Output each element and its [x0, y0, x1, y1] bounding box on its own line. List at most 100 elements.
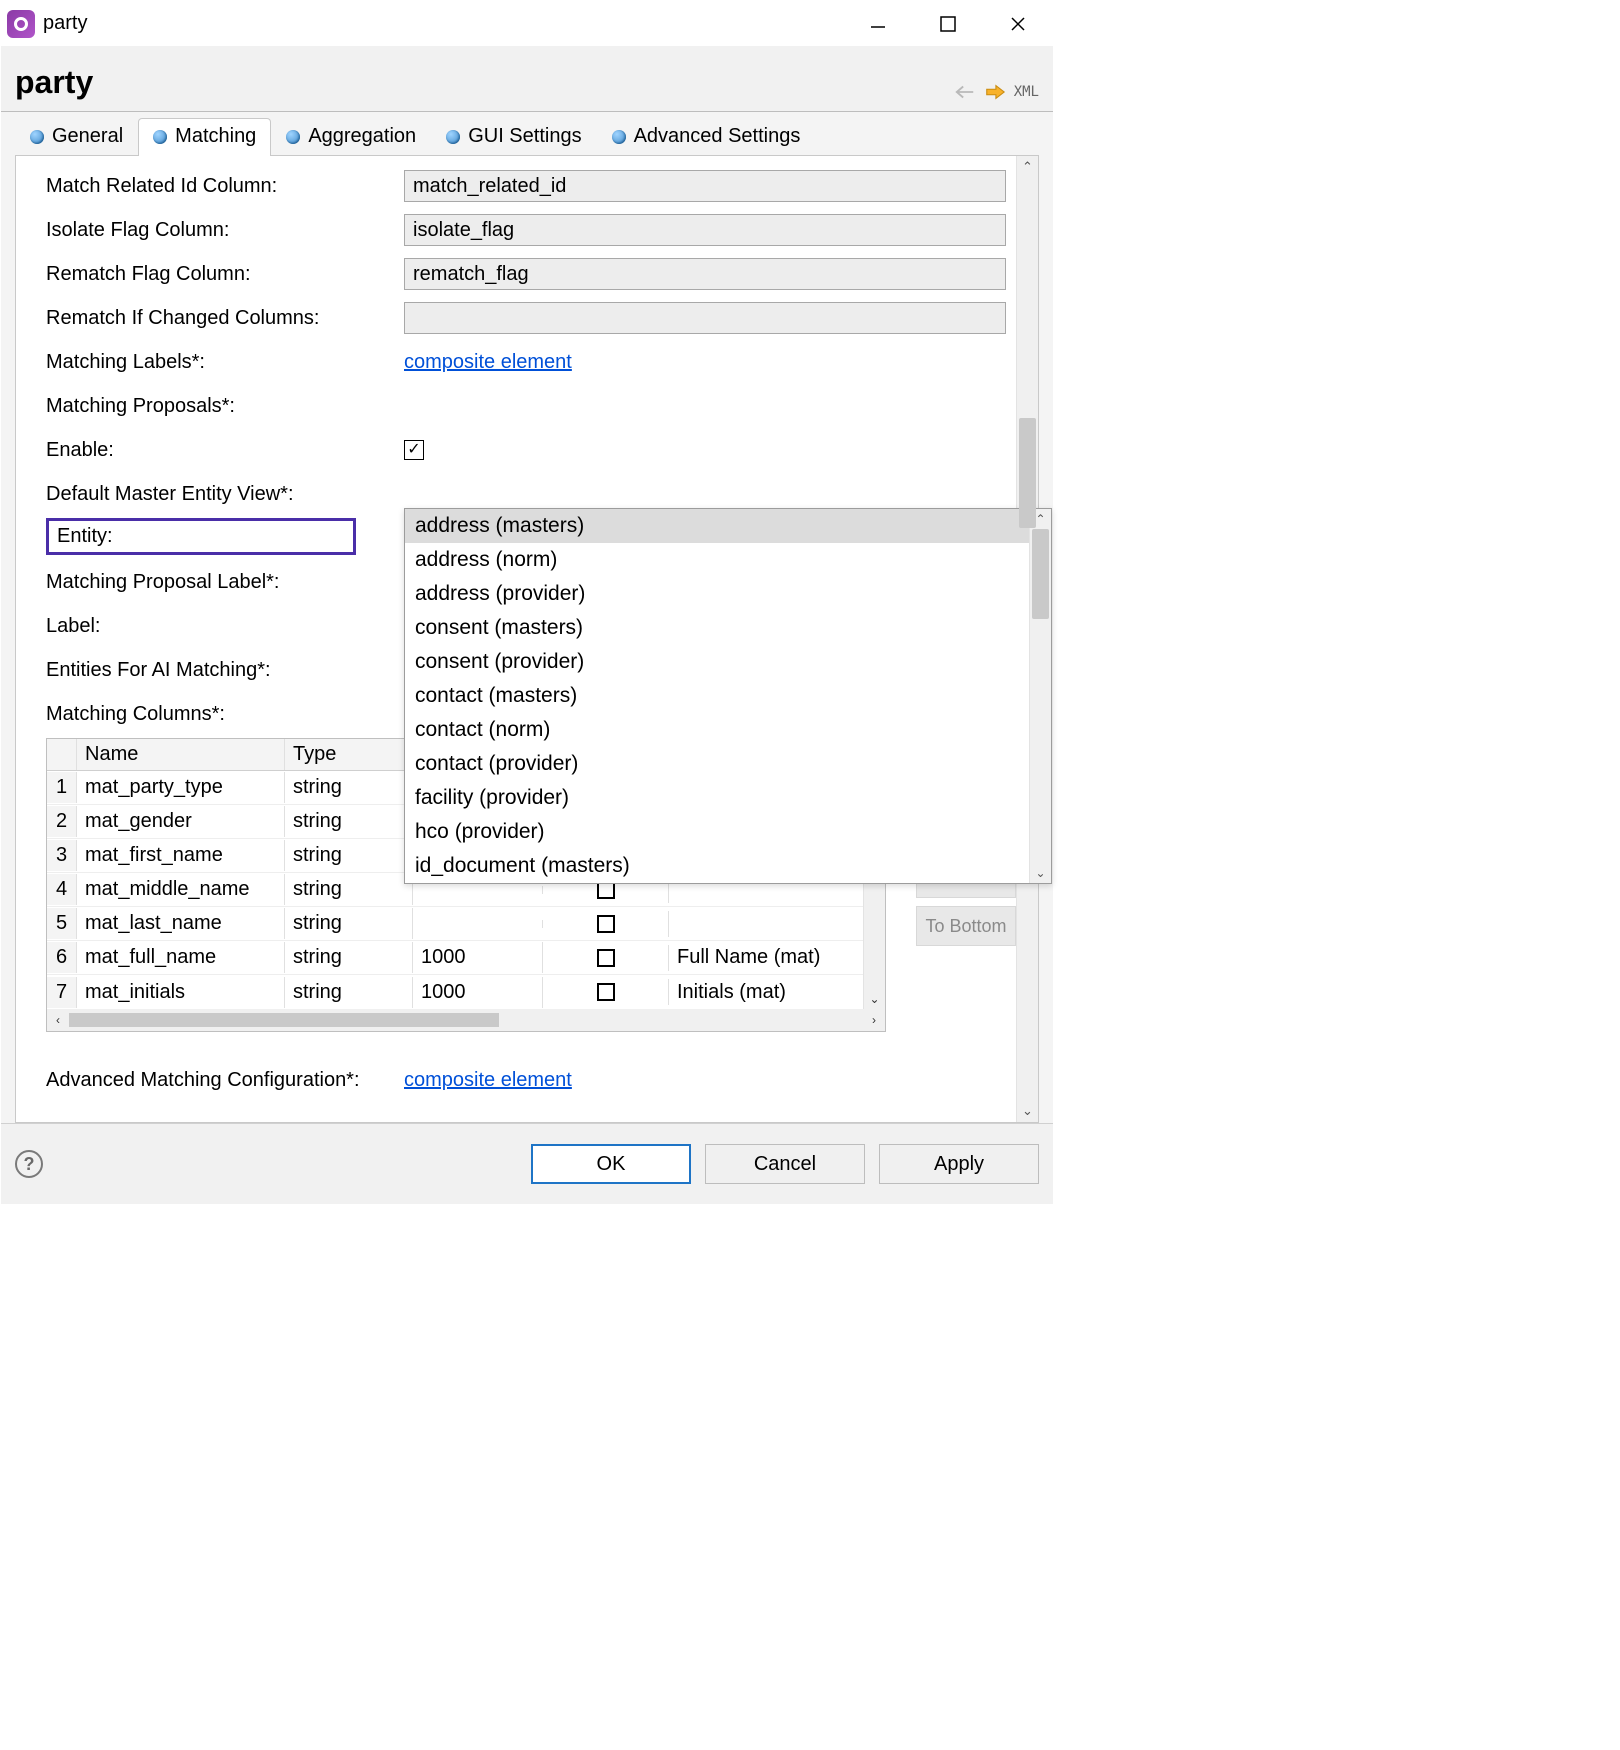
cell-index: 1 — [47, 772, 77, 803]
cell-s — [413, 920, 543, 928]
nav-forward-icon[interactable] — [984, 83, 1006, 101]
close-button[interactable] — [983, 1, 1053, 46]
label-match-related-id: Match Related Id Column: — [46, 175, 404, 198]
tab-general[interactable]: General — [15, 118, 138, 156]
help-icon[interactable]: ? — [15, 1150, 43, 1178]
table-row[interactable]: 7mat_initialsstring1000 Initials (mat) — [47, 975, 885, 1009]
cell-index: 4 — [47, 874, 77, 905]
chevron-right-icon[interactable]: › — [863, 1013, 885, 1027]
dropdown-option[interactable]: contact (provider) — [405, 747, 1029, 781]
label-matching-columns: Matching Columns*: — [46, 703, 404, 726]
entity-dropdown[interactable]: address (masters)address (norm)address (… — [404, 508, 1052, 884]
cell-s: 1000 — [413, 977, 543, 1008]
dropdown-option[interactable]: contact (masters) — [405, 679, 1029, 713]
label-isolate-flag: Isolate Flag Column: — [46, 219, 404, 242]
chevron-left-icon[interactable]: ‹ — [47, 1013, 69, 1027]
page-title: party — [15, 64, 93, 101]
v-scroll-thumb[interactable] — [1019, 418, 1036, 528]
tab-advanced-settings[interactable]: Advanced Settings — [597, 118, 816, 156]
maximize-button[interactable] — [913, 1, 983, 46]
label-enable: Enable: — [46, 439, 404, 462]
dropdown-option[interactable]: facility (provider) — [405, 781, 1029, 815]
tab-bar: General Matching Aggregation GUI Setting… — [15, 118, 1039, 156]
label-matching-proposal-label: Matching Proposal Label*: — [46, 571, 404, 594]
cell-name: mat_first_name — [77, 840, 285, 871]
cell-index: 5 — [47, 908, 77, 939]
content-panel: Match Related Id Column: Isolate Flag Co… — [16, 156, 1016, 1122]
chevron-down-icon[interactable]: ⌄ — [1017, 1100, 1038, 1122]
cell-type: string — [285, 840, 413, 871]
label-label: Label: — [46, 615, 404, 638]
dropdown-option[interactable]: consent (provider) — [405, 645, 1029, 679]
cell-index: 7 — [47, 977, 77, 1008]
label-entities-for-ai: Entities For AI Matching*: — [46, 659, 404, 682]
content-panel-wrap: Match Related Id Column: Isolate Flag Co… — [15, 156, 1039, 1123]
cell-index: 3 — [47, 840, 77, 871]
cell-checkbox[interactable] — [543, 911, 669, 937]
link-advanced-matching-config[interactable]: composite element — [404, 1069, 572, 1092]
table-horizontal-scrollbar[interactable]: ‹ › — [47, 1009, 885, 1031]
panel-vertical-scrollbar[interactable]: ⌃ ⌄ — [1016, 156, 1038, 1122]
cell-type: string — [285, 874, 413, 905]
bullet-icon — [612, 130, 626, 144]
cell-checkbox[interactable] — [543, 945, 669, 971]
dropdown-option[interactable]: address (norm) — [405, 543, 1029, 577]
titlebar: party — [1, 1, 1053, 46]
nav-back-icon[interactable] — [954, 83, 976, 101]
apply-button[interactable]: Apply — [879, 1144, 1039, 1184]
label-entity-highlighted: Entity: — [46, 518, 356, 555]
minimize-button[interactable] — [843, 1, 913, 46]
checkbox-enable[interactable] — [404, 440, 424, 460]
th-index[interactable] — [47, 739, 77, 770]
h-scroll-thumb[interactable] — [69, 1013, 499, 1027]
chevron-down-icon[interactable]: ⌄ — [864, 989, 885, 1009]
dropdown-option[interactable]: hco (provider) — [405, 815, 1029, 849]
tab-matching[interactable]: Matching — [138, 118, 271, 156]
input-match-related-id[interactable] — [404, 170, 1006, 202]
link-matching-labels[interactable]: composite element — [404, 351, 572, 374]
dropdown-option[interactable]: address (masters) — [405, 509, 1029, 543]
label-default-master-entity-view: Default Master Entity View*: — [46, 483, 404, 506]
tab-aggregation[interactable]: Aggregation — [271, 118, 431, 156]
cell-type: string — [285, 908, 413, 939]
th-type[interactable]: Type — [285, 739, 413, 770]
ok-button[interactable]: OK — [531, 1144, 691, 1184]
input-isolate-flag[interactable] — [404, 214, 1006, 246]
subheader: party XML — [1, 46, 1053, 112]
th-name[interactable]: Name — [77, 739, 285, 770]
cell-type: string — [285, 977, 413, 1008]
cell-label — [669, 920, 885, 928]
input-rematch-if-changed[interactable] — [404, 302, 1006, 334]
cell-s — [413, 886, 543, 894]
tab-gui-settings[interactable]: GUI Settings — [431, 118, 596, 156]
tab-area: General Matching Aggregation GUI Setting… — [1, 112, 1053, 1123]
bullet-icon — [446, 130, 460, 144]
cell-name: mat_initials — [77, 977, 285, 1008]
dropdown-option[interactable]: consent (masters) — [405, 611, 1029, 645]
input-rematch-flag[interactable] — [404, 258, 1006, 290]
cell-name: mat_full_name — [77, 942, 285, 973]
cell-type: string — [285, 942, 413, 973]
cancel-button[interactable]: Cancel — [705, 1144, 865, 1184]
cell-name: mat_last_name — [77, 908, 285, 939]
app-icon — [7, 10, 35, 38]
cell-name: mat_gender — [77, 806, 285, 837]
chevron-up-icon[interactable]: ⌃ — [1017, 156, 1038, 178]
cell-label: Initials (mat) — [669, 977, 885, 1008]
window-title: party — [43, 12, 87, 35]
cell-type: string — [285, 772, 413, 803]
dropdown-option[interactable]: address (provider) — [405, 577, 1029, 611]
label-rematch-if-changed: Rematch If Changed Columns: — [46, 307, 404, 330]
cell-name: mat_middle_name — [77, 874, 285, 905]
cell-index: 6 — [47, 942, 77, 973]
dropdown-option[interactable]: id_document (masters) — [405, 849, 1029, 883]
table-row[interactable]: 5mat_last_namestring — [47, 907, 885, 941]
xml-mode-label[interactable]: XML — [1014, 84, 1039, 100]
cell-checkbox[interactable] — [543, 979, 669, 1005]
table-row[interactable]: 6mat_full_namestring1000Full Name (mat) — [47, 941, 885, 975]
cell-s: 1000 — [413, 942, 543, 973]
label-advanced-matching-config: Advanced Matching Configuration*: — [46, 1069, 404, 1092]
to-bottom-button[interactable]: To Bottom — [916, 906, 1016, 946]
dropdown-option[interactable]: contact (norm) — [405, 713, 1029, 747]
label-matching-proposals: Matching Proposals*: — [46, 395, 404, 418]
